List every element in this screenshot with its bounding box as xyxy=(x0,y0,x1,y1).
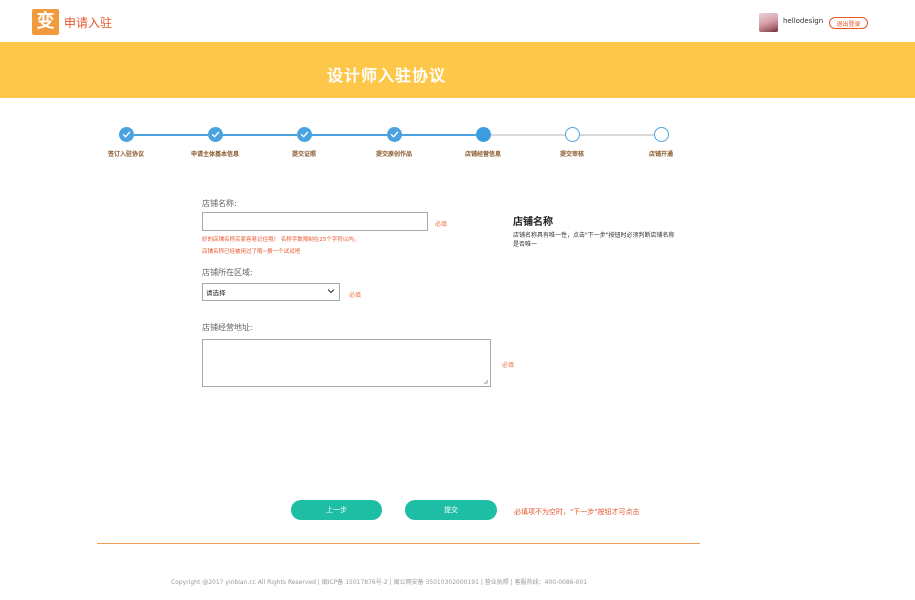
step-5-indicator xyxy=(476,127,491,142)
step-7-label: 店铺开通 xyxy=(648,151,674,158)
region-select[interactable]: 请选择 xyxy=(202,283,340,301)
shop-name-hint: 好的店铺名称买家容易记住哦！ 名称字数限制在25个字符以内。 xyxy=(202,237,360,243)
submit-note: 必填项不为空时，"下一步"按钮才可点击 xyxy=(514,508,640,516)
step-connector xyxy=(401,134,476,136)
step-4-label: 提交原创作品 xyxy=(375,151,413,158)
shop-name-required: 必填 xyxy=(435,221,448,228)
address-required: 必填 xyxy=(502,362,515,369)
submit-button[interactable]: 提交 xyxy=(405,500,497,520)
region-required: 必填 xyxy=(349,292,362,299)
address-label: 店铺经营地址: xyxy=(202,323,253,332)
step-connector xyxy=(579,134,654,136)
step-3-label: 提交证照 xyxy=(291,151,317,158)
avatar[interactable] xyxy=(759,13,778,32)
check-icon xyxy=(122,131,131,138)
step-6-label: 提交审核 xyxy=(559,151,585,158)
footer-copyright: Copyright @2017 yinbian.cc All Rights Re… xyxy=(171,579,588,586)
resize-handle-icon[interactable] xyxy=(483,379,489,385)
shop-name-input[interactable] xyxy=(202,212,428,231)
step-2-indicator xyxy=(208,127,223,142)
info-title: 店铺名称 xyxy=(513,217,553,228)
logout-button[interactable]: 退出登录 xyxy=(829,17,868,29)
footer-divider xyxy=(97,543,700,544)
brand-title: 申请入驻 xyxy=(64,16,113,30)
step-4-indicator xyxy=(387,127,402,142)
step-connector xyxy=(490,134,565,136)
site-logo[interactable]: 变 xyxy=(32,9,59,35)
address-textarea[interactable] xyxy=(202,339,491,387)
step-3-indicator xyxy=(297,127,312,142)
region-select-value: 请选择 xyxy=(206,289,226,297)
step-1-indicator xyxy=(119,127,134,142)
logo-text: 变 xyxy=(36,11,55,32)
chevron-down-icon xyxy=(327,289,335,294)
step-1-label: 签订入驻协议 xyxy=(107,151,145,158)
page-title: 设计师入驻协议 xyxy=(327,66,447,85)
shop-name-error: 店铺名称已经被用过了哦~换一个试试吧 xyxy=(202,249,301,255)
username[interactable]: hellodesign xyxy=(783,17,823,25)
step-2-label: 申请主体基本信息 xyxy=(190,151,240,158)
check-icon xyxy=(390,131,399,138)
check-icon xyxy=(300,131,309,138)
check-icon xyxy=(211,131,220,138)
region-label: 店铺所在区域: xyxy=(202,268,253,277)
prev-step-button[interactable]: 上一步 xyxy=(291,500,382,520)
progress-steps: 签订入驻协议 申请主体基本信息 提交证照 提交原创作品 店铺经营信息 提交审核 店铺开通 xyxy=(0,110,915,160)
step-connector xyxy=(133,134,208,136)
step-6-indicator xyxy=(565,127,580,142)
step-connector xyxy=(311,134,387,136)
banner xyxy=(0,42,915,98)
info-text: 店铺名称具有唯一性，点击"下一步"按钮时必须判断店铺名称是否唯一 xyxy=(513,232,675,248)
step-connector xyxy=(222,134,297,136)
shop-name-label: 店铺名称: xyxy=(202,199,237,208)
step-7-indicator xyxy=(654,127,669,142)
step-5-label: 店铺经营信息 xyxy=(464,151,502,158)
top-header: 变 申请入驻 hellodesign 退出登录 xyxy=(0,0,915,42)
